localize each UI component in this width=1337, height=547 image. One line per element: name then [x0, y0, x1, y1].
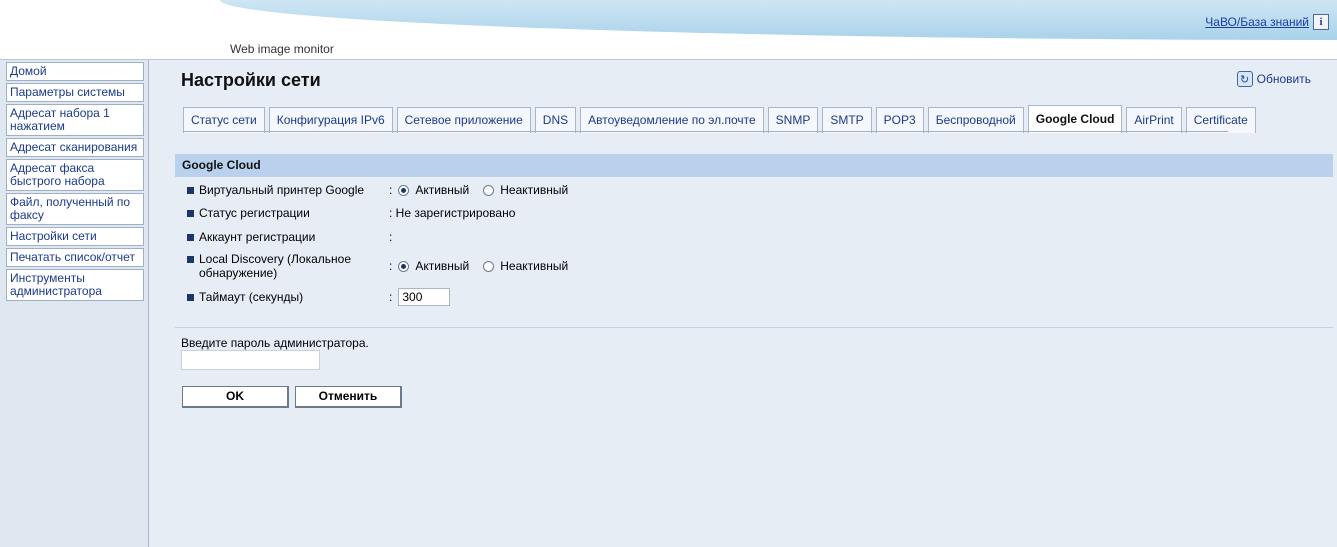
sidebar-item-admin-tools[interactable]: Инструменты администратора: [6, 269, 144, 301]
field-label: Таймаут (секунды): [187, 290, 389, 304]
field-label: Аккаунт регистрации: [187, 230, 389, 244]
field-row-reg-status: Статус регистрации : Не зарегистрировано: [187, 206, 515, 220]
tab-underline: [183, 131, 1228, 132]
app-title: Web image monitor: [230, 42, 334, 56]
field-value: :: [389, 288, 451, 306]
sidebar-item-fax-destination[interactable]: Адресат факса быстрого набора: [6, 159, 144, 191]
field-value: : Активный Неактивный: [389, 259, 576, 273]
tab-ipv6-config[interactable]: Конфигурация IPv6: [268, 107, 393, 133]
tab-certificate[interactable]: Certificate: [1185, 107, 1256, 133]
tab-airprint[interactable]: AirPrint: [1126, 107, 1182, 133]
field-row-timeout: Таймаут (секунды) :: [187, 288, 451, 306]
field-row-reg-account: Аккаунт регистрации :: [187, 230, 392, 244]
section-divider: [175, 327, 1333, 328]
sidebar: Домой Параметры системы Адресат набора 1…: [0, 60, 149, 547]
sidebar-item-network-settings[interactable]: Настройки сети: [6, 227, 144, 246]
cancel-button[interactable]: Отменить: [295, 386, 402, 408]
info-icon[interactable]: i: [1313, 14, 1329, 30]
tab-snmp[interactable]: SNMP: [767, 107, 819, 133]
colon: :: [389, 183, 393, 197]
header-decoration: [220, 0, 1337, 40]
radio-virtual-printer-active[interactable]: [398, 184, 410, 196]
field-value: : Не зарегистрировано: [389, 206, 516, 220]
tab-smtp[interactable]: SMTP: [822, 107, 872, 133]
colon: :: [389, 259, 393, 273]
tab-bar: Статус сети Конфигурация IPv6 Сетевое пр…: [183, 105, 1256, 133]
timeout-input[interactable]: [398, 288, 451, 306]
admin-password-input[interactable]: [181, 350, 320, 370]
radio-label: Неактивный: [500, 183, 569, 197]
top-bar: ЧаВО/База знаний i: [1200, 14, 1329, 30]
section-header: Google Cloud: [175, 154, 1333, 177]
refresh-button[interactable]: ↻ Обновить: [1236, 71, 1311, 87]
main-content: Настройки сети ↻ Обновить Статус сети Ко…: [149, 60, 1337, 547]
tab-wireless[interactable]: Беспроводной: [927, 107, 1024, 133]
sidebar-item-scan-destination[interactable]: Адресат сканирования: [6, 138, 144, 157]
sidebar-item-home[interactable]: Домой: [6, 62, 144, 81]
header: ЧаВО/База знаний i Web image monitor: [0, 0, 1337, 60]
radio-label: Неактивный: [500, 259, 569, 273]
sidebar-item-received-fax[interactable]: Файл, полученный по факсу: [6, 193, 144, 225]
ok-button[interactable]: OK: [182, 386, 289, 408]
radio-virtual-printer-inactive[interactable]: [483, 184, 495, 196]
field-label: Статус регистрации: [187, 206, 389, 220]
sidebar-item-print-list[interactable]: Печатать список/отчет: [6, 248, 144, 267]
faq-link[interactable]: ЧаВО/База знаний: [1205, 15, 1309, 29]
tab-email-notification[interactable]: Автоуведомление по эл.почте: [580, 107, 764, 133]
refresh-label: Обновить: [1256, 72, 1311, 86]
colon: :: [389, 290, 393, 304]
radio-local-discovery-active[interactable]: [398, 260, 410, 272]
sidebar-item-speed-dial-destination[interactable]: Адресат набора 1 нажатием: [6, 104, 144, 136]
password-prompt: Введите пароль администратора.: [181, 336, 369, 350]
field-row-local-discovery: Local Discovery (Локальное обнаружение) …: [187, 252, 576, 280]
refresh-icon: ↻: [1236, 71, 1253, 87]
field-row-virtual-printer: Виртуальный принтер Google : Активный Не…: [187, 183, 576, 197]
field-label: Local Discovery (Локальное обнаружение): [187, 252, 389, 280]
field-label: Виртуальный принтер Google: [187, 183, 389, 197]
page-title: Настройки сети: [181, 70, 321, 90]
tab-pop3[interactable]: POP3: [875, 107, 924, 133]
tab-google-cloud[interactable]: Google Cloud: [1027, 105, 1123, 133]
field-value: : Активный Неактивный: [389, 183, 576, 197]
field-value: :: [389, 230, 393, 244]
sidebar-item-system-settings[interactable]: Параметры системы: [6, 83, 144, 102]
radio-label: Активный: [415, 183, 470, 197]
radio-local-discovery-inactive[interactable]: [483, 260, 495, 272]
tab-dns[interactable]: DNS: [534, 107, 577, 133]
tab-network-status[interactable]: Статус сети: [183, 107, 265, 133]
radio-label: Активный: [415, 259, 470, 273]
tab-network-application[interactable]: Сетевое приложение: [396, 107, 531, 133]
